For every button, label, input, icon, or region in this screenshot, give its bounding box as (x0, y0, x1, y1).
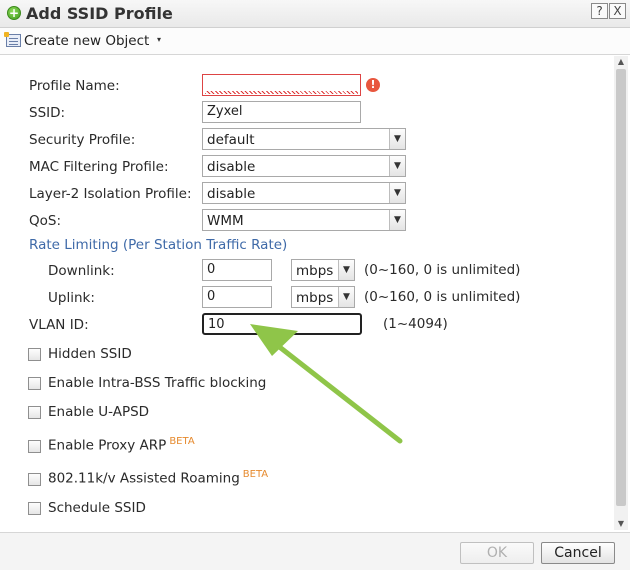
error-icon: ! (366, 78, 380, 92)
dialog-title: Add SSID Profile (26, 4, 173, 23)
vlan-id-hint: (1~4094) (383, 316, 448, 332)
downlink-label: Downlink: (48, 263, 115, 279)
intra-bss-label: Enable Intra-BSS Traffic blocking (48, 375, 267, 391)
chevron-down-icon[interactable]: ▼ (389, 156, 405, 176)
ssid-label: SSID: (29, 105, 66, 121)
qos-value: WMM (207, 213, 244, 229)
ok-button[interactable]: OK (460, 542, 534, 564)
proxy-arp-checkbox[interactable] (28, 440, 41, 453)
scroll-thumb[interactable] (616, 69, 626, 506)
chevron-down-icon[interactable]: ▼ (338, 260, 354, 280)
chevron-down-icon[interactable]: ▼ (389, 183, 405, 203)
mac-filtering-label: MAC Filtering Profile: (29, 159, 169, 175)
profile-name-input[interactable] (202, 74, 361, 96)
hidden-ssid-label: Hidden SSID (48, 346, 132, 362)
schedule-ssid-checkbox[interactable] (28, 502, 41, 515)
ssid-input[interactable]: Zyxel (202, 101, 361, 123)
layer2-isolation-label: Layer-2 Isolation Profile: (29, 186, 192, 202)
scroll-up-icon[interactable]: ▲ (614, 56, 628, 68)
security-profile-label: Security Profile: (29, 132, 136, 148)
roaming-label: 802.11k/v Assisted Roaming BETA (48, 469, 268, 487)
uplink-label: Uplink: (48, 290, 95, 306)
uplink-hint: (0~160, 0 is unlimited) (364, 289, 521, 305)
layer2-isolation-value: disable (207, 186, 256, 202)
security-profile-select[interactable]: default ▼ (202, 128, 406, 150)
u-apsd-checkbox[interactable] (28, 406, 41, 419)
error-underline (205, 91, 358, 94)
downlink-hint: (0~160, 0 is unlimited) (364, 262, 521, 278)
qos-label: QoS: (29, 213, 62, 229)
add-circle-icon: + (7, 6, 21, 20)
dialog-footer: OK Cancel (0, 532, 630, 570)
close-button[interactable]: X (609, 3, 626, 19)
qos-select[interactable]: WMM ▼ (202, 209, 406, 231)
chevron-down-icon[interactable]: ▼ (338, 287, 354, 307)
annotation-arrow-shaft (265, 335, 403, 444)
toolbar: Create new Object ▾ (0, 28, 630, 55)
security-profile-value: default (207, 132, 255, 148)
profile-name-label: Profile Name: (29, 78, 120, 94)
u-apsd-label: Enable U-APSD (48, 404, 150, 420)
scroll-down-icon[interactable]: ▼ (614, 518, 628, 530)
create-object-icon[interactable] (4, 32, 21, 47)
roaming-text: 802.11k/v Assisted Roaming (48, 470, 240, 487)
uplink-input[interactable]: 0 (202, 286, 272, 308)
hidden-ssid-checkbox[interactable] (28, 348, 41, 361)
vlan-id-input[interactable]: 10 (202, 313, 362, 335)
chevron-down-icon[interactable]: ▾ (157, 35, 161, 44)
vertical-scrollbar[interactable]: ▲ ▼ (614, 56, 628, 530)
roaming-checkbox[interactable] (28, 473, 41, 486)
uplink-unit-value: mbps (296, 290, 334, 306)
downlink-input[interactable]: 0 (202, 259, 272, 281)
layer2-isolation-select[interactable]: disable ▼ (202, 182, 406, 204)
dialog-titlebar: + Add SSID Profile ? X (0, 0, 630, 28)
schedule-ssid-label: Schedule SSID (48, 500, 146, 516)
mac-filtering-value: disable (207, 159, 256, 175)
uplink-unit-select[interactable]: mbps ▼ (291, 286, 355, 308)
proxy-arp-text: Enable Proxy ARP (48, 437, 167, 454)
chevron-down-icon[interactable]: ▼ (389, 129, 405, 149)
cancel-button[interactable]: Cancel (541, 542, 615, 564)
beta-badge: BETA (242, 469, 269, 480)
rate-limiting-heading: Rate Limiting (Per Station Traffic Rate) (29, 237, 288, 253)
intra-bss-checkbox[interactable] (28, 377, 41, 390)
proxy-arp-label: Enable Proxy ARP BETA (48, 436, 195, 454)
chevron-down-icon[interactable]: ▼ (389, 210, 405, 230)
help-button[interactable]: ? (591, 3, 608, 19)
create-object-menu[interactable]: Create new Object (24, 33, 149, 49)
downlink-unit-value: mbps (296, 263, 334, 279)
vlan-id-label: VLAN ID: (29, 317, 89, 333)
mac-filtering-select[interactable]: disable ▼ (202, 155, 406, 177)
downlink-unit-select[interactable]: mbps ▼ (291, 259, 355, 281)
beta-badge: BETA (169, 436, 195, 447)
